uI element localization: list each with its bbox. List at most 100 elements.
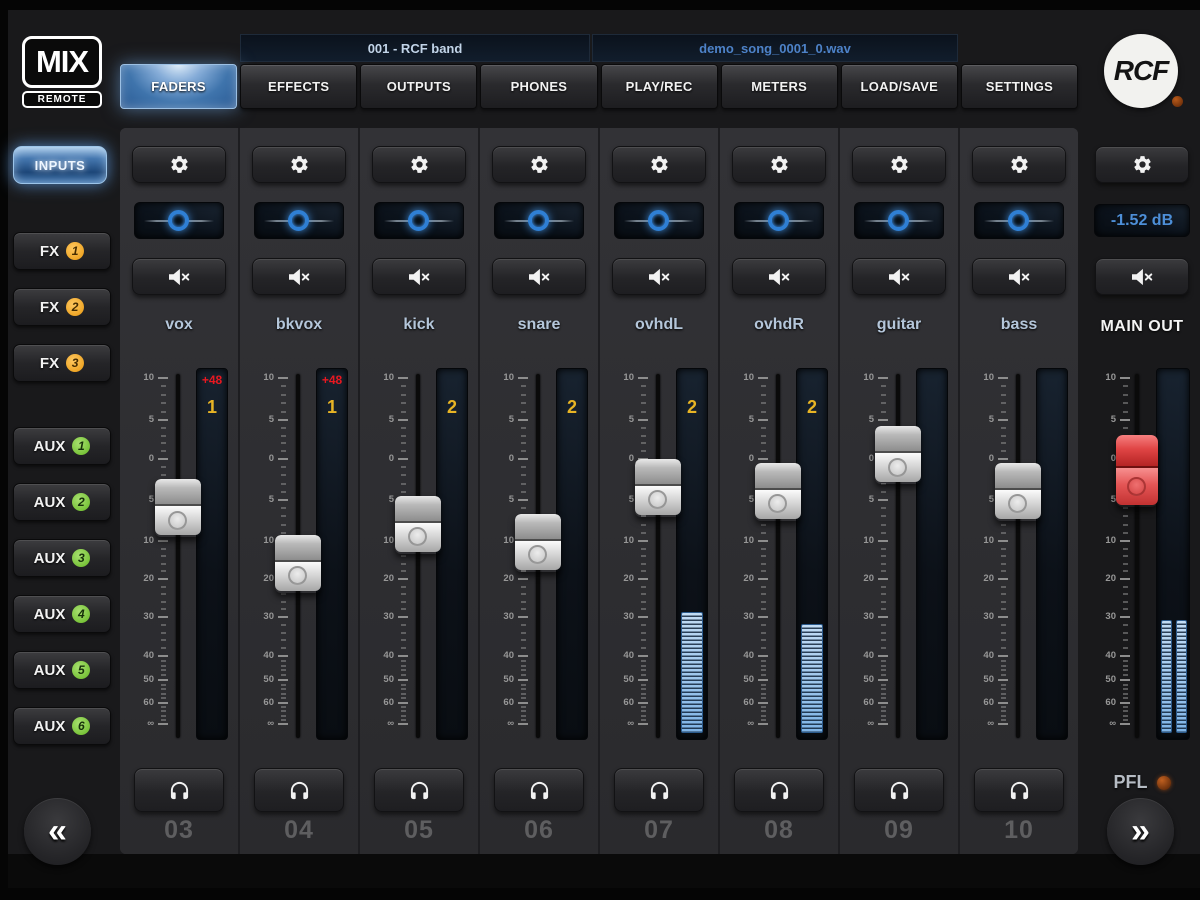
fx-button-1[interactable]: FX 1 — [13, 232, 111, 270]
solo-phones-button[interactable] — [614, 768, 704, 812]
tab-play-rec[interactable]: PLAY/REC — [600, 64, 718, 109]
mute-button[interactable] — [852, 258, 946, 295]
pan-knob[interactable] — [288, 209, 309, 231]
mute-button[interactable] — [132, 258, 226, 295]
channel-strip: bkvox 10 5 0 5 10 20 30 40 50 60 ∞ +48 1 04 — [240, 128, 360, 854]
aux-button-3[interactable]: AUX 3 — [13, 539, 111, 577]
tab-outputs[interactable]: OUTPUTS — [360, 64, 478, 109]
pan-knob[interactable] — [768, 209, 789, 231]
channel-settings-button[interactable] — [612, 146, 706, 183]
fx-number-badge: 2 — [66, 298, 85, 316]
pan-knob[interactable] — [528, 209, 549, 231]
pan-control[interactable] — [494, 202, 584, 239]
mute-button[interactable] — [372, 258, 466, 295]
pfl-label: PFL — [1113, 772, 1148, 792]
fader-knob[interactable] — [395, 495, 441, 554]
fader-knob[interactable] — [755, 462, 801, 521]
channel-strip: kick 10 5 0 5 10 20 30 40 50 60 ∞ 2 05 — [360, 128, 480, 854]
fader-scale: 10 5 0 5 10 20 30 40 50 60 ∞ — [1088, 368, 1140, 748]
previous-bank-button[interactable]: « — [24, 798, 91, 865]
fader-track — [1016, 374, 1020, 738]
fx-button-3[interactable]: FX 3 — [13, 344, 111, 382]
channel-settings-button[interactable] — [972, 146, 1066, 183]
solo-phones-button[interactable] — [254, 768, 344, 812]
fader-knob[interactable] — [635, 458, 681, 517]
aux-button-2[interactable]: AUX 2 — [13, 483, 111, 521]
channel-settings-button[interactable] — [732, 146, 826, 183]
channel-settings-button[interactable] — [852, 146, 946, 183]
pan-control[interactable] — [734, 202, 824, 239]
group-badge: 1 — [206, 397, 217, 417]
sidebar-inputs-button[interactable]: INPUTS — [13, 146, 107, 184]
pan-knob[interactable] — [648, 209, 669, 231]
aux-button-4[interactable]: AUX 4 — [13, 595, 111, 633]
pan-knob[interactable] — [1008, 209, 1029, 231]
fader-zone: 10 5 0 5 10 20 30 40 50 60 ∞ +48 1 — [120, 368, 238, 748]
meter-fill — [681, 612, 703, 733]
fader-knob[interactable] — [275, 534, 321, 593]
tab-faders[interactable]: FADERS — [120, 64, 238, 109]
aux-button-1[interactable]: AUX 1 — [13, 427, 111, 465]
solo-phones-button[interactable] — [494, 768, 584, 812]
mute-button[interactable] — [732, 258, 826, 295]
mute-button[interactable] — [492, 258, 586, 295]
fader-zone: 10 5 0 5 10 20 30 40 50 60 ∞ 2 — [360, 368, 478, 748]
pan-knob[interactable] — [888, 209, 909, 231]
channel-strip: guitar 10 5 0 5 10 20 30 40 50 60 ∞ 09 — [840, 128, 960, 854]
fx-button-2[interactable]: FX 2 — [13, 288, 111, 326]
channel-strip: bass 10 5 0 5 10 20 30 40 50 60 ∞ 10 — [960, 128, 1078, 854]
channel-settings-button[interactable] — [132, 146, 226, 183]
solo-phones-button[interactable] — [374, 768, 464, 812]
solo-phones-button[interactable] — [734, 768, 824, 812]
pan-control[interactable] — [254, 202, 344, 239]
solo-phones-button[interactable] — [134, 768, 224, 812]
tab-settings[interactable]: SETTINGS — [960, 64, 1078, 109]
fader-knob[interactable] — [515, 513, 561, 572]
pan-control[interactable] — [614, 202, 704, 239]
solo-phones-button[interactable] — [974, 768, 1064, 812]
fader-scale: 10 5 0 5 10 20 30 40 50 60 ∞ — [726, 368, 778, 748]
tab-effects[interactable]: EFFECTS — [240, 64, 358, 109]
mute-button[interactable] — [252, 258, 346, 295]
pan-control[interactable] — [374, 202, 464, 239]
mute-icon — [409, 268, 430, 285]
mute-button[interactable] — [612, 258, 706, 295]
rcf-brand-logo: RCF — [1104, 34, 1178, 108]
channel-settings-button[interactable] — [252, 146, 346, 183]
fader-knob[interactable] — [155, 479, 201, 537]
level-meter: 2 — [676, 368, 708, 740]
next-bank-button[interactable]: » — [1107, 798, 1174, 865]
pan-knob[interactable] — [408, 209, 429, 231]
pfl-led[interactable] — [1156, 775, 1171, 790]
level-meter: 2 — [436, 368, 468, 740]
aux-button-6[interactable]: AUX 6 — [13, 707, 111, 745]
pan-knob[interactable] — [168, 209, 189, 231]
main-settings-button[interactable] — [1095, 146, 1189, 183]
file-name-bar[interactable]: demo_song_0001_0.wav — [592, 34, 958, 62]
fx-number-badge: 3 — [66, 354, 85, 372]
pan-control[interactable] — [134, 202, 224, 239]
channel-settings-button[interactable] — [372, 146, 466, 183]
pan-control[interactable] — [974, 202, 1064, 239]
fader-knob[interactable] — [875, 426, 921, 484]
pan-control[interactable] — [854, 202, 944, 239]
meter-fill — [801, 623, 823, 733]
aux-button-5[interactable]: AUX 5 — [13, 651, 111, 689]
mute-button[interactable] — [972, 258, 1066, 295]
session-name-bar[interactable]: 001 - RCF band — [240, 34, 590, 62]
headphones-icon — [530, 781, 548, 799]
channel-settings-button[interactable] — [492, 146, 586, 183]
tab-meters[interactable]: METERS — [720, 64, 838, 109]
aux-number-badge: 6 — [72, 717, 91, 735]
fx-number-badge: 1 — [66, 242, 85, 260]
tab-load-save[interactable]: LOAD/SAVE — [840, 64, 958, 109]
fader-scale: 10 5 0 5 10 20 30 40 50 60 ∞ — [966, 368, 1018, 748]
solo-phones-button[interactable] — [854, 768, 944, 812]
fader-zone: 10 5 0 5 10 20 30 40 50 60 ∞ 2 — [480, 368, 598, 748]
main-fader-knob[interactable] — [1116, 435, 1158, 507]
main-out-strip: -1.52 dB MAIN OUT 10 5 0 5 10 20 30 40 50 60 ∞ PFL — [1086, 128, 1198, 854]
main-mute-button[interactable] — [1095, 258, 1189, 295]
aux-number-badge: 5 — [72, 661, 91, 679]
fader-knob[interactable] — [995, 462, 1041, 521]
tab-phones[interactable]: PHONES — [480, 64, 598, 109]
